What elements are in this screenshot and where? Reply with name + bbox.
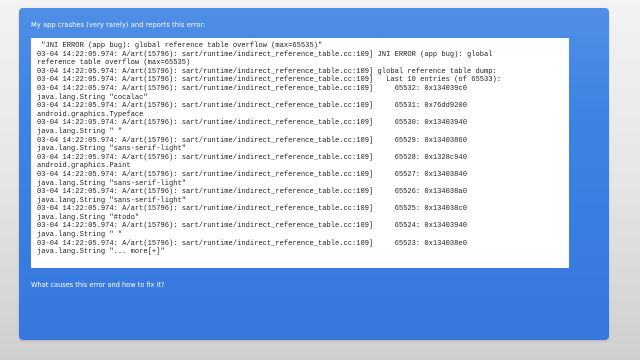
code-line: reference table overflow (max=65535) bbox=[37, 59, 191, 68]
code-line: android.graphics.Paint bbox=[37, 162, 131, 171]
intro-text: My app crashes (very rarely) and reports… bbox=[31, 21, 206, 29]
code-line: 03-04 14:22:05.974: A/art(15796): sart/r… bbox=[37, 170, 467, 179]
code-line: java.lang.String "sans-serif-light" bbox=[37, 179, 186, 188]
code-line: 03-04 14:22:05.974: A/art(15796): sart/r… bbox=[37, 84, 467, 93]
code-line: 03-04 14:22:05.974: A/art(15796): sart/r… bbox=[37, 119, 467, 128]
error-log-code-block[interactable]: "JNI ERROR (app bug): global reference t… bbox=[31, 38, 569, 268]
code-line: 03-04 14:22:05.974: A/art(15796): sart/r… bbox=[37, 67, 497, 76]
code-line: java.lang.String "cocalac" bbox=[37, 93, 148, 102]
code-line: 03-04 14:22:05.974: A/art(15796): sart/r… bbox=[37, 153, 467, 162]
code-line: 03-04 14:22:05.974: A/art(15796): sart/r… bbox=[37, 239, 467, 248]
code-line: 03-04 14:22:05.974: A/art(15796): sart/r… bbox=[37, 188, 467, 197]
code-line: 03-04 14:22:05.974: A/art(15796): sart/r… bbox=[37, 205, 467, 214]
question-card: My app crashes (very rarely) and reports… bbox=[19, 8, 609, 340]
code-line: android.graphics.Typeface bbox=[37, 110, 144, 119]
code-line: java.lang.String " " bbox=[37, 127, 123, 136]
code-line: java.lang.String "... more[+]" bbox=[37, 248, 165, 257]
code-line: java.lang.String "sans-serif-light" bbox=[37, 196, 186, 205]
code-line: java.lang.String " " bbox=[37, 231, 123, 240]
code-line: 03-04 14:22:05.974: A/art(15796): sart/r… bbox=[37, 102, 467, 111]
code-line: 03-04 14:22:05.974: A/art(15796): sart/r… bbox=[37, 76, 502, 85]
code-line: 03-04 14:22:05.974: A/art(15796): sart/r… bbox=[37, 50, 493, 59]
code-line: 03-04 14:22:05.974: A/art(15796): sart/r… bbox=[37, 222, 467, 231]
code-line: "JNI ERROR (app bug): global reference t… bbox=[37, 42, 323, 50]
question-text: What causes this error and how to fix it… bbox=[31, 281, 165, 289]
code-line: 03-04 14:22:05.974: A/art(15796): sart/r… bbox=[37, 136, 467, 145]
code-line: java.lang.String "sans-serif-light" bbox=[37, 145, 186, 154]
code-line: java.lang.String "#todo" bbox=[37, 213, 140, 222]
